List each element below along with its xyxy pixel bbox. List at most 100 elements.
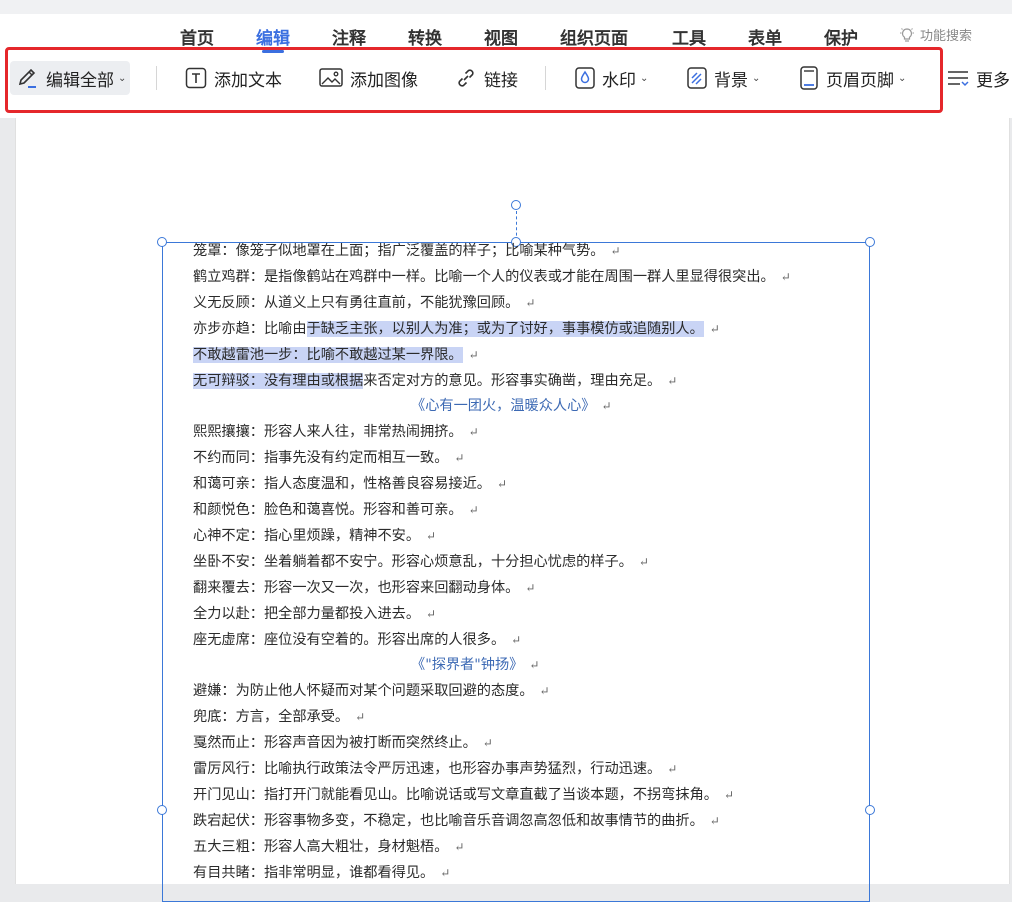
watermark-button[interactable]: 水印 ⌄: [574, 61, 648, 95]
tab-convert[interactable]: 转换: [408, 24, 442, 49]
paragraph-mark-icon: ↵: [426, 606, 437, 621]
line-text: 《心有一团火，温暖众人心》: [411, 398, 596, 415]
paragraph-mark-icon: ↵: [780, 269, 791, 284]
line-text: 义无反顾：从道义上只有勇往直前，不能犹豫回顾。: [193, 294, 520, 311]
line-text: 亦步亦趋：比喻由: [193, 320, 307, 337]
text-line[interactable]: 跌宕起伏：形容事物多变，不稳定，也比喻音乐音调忽高忽低和故事情节的曲折。 ↵: [193, 810, 720, 832]
background-icon: [686, 66, 708, 90]
paragraph-mark-icon: ↵: [355, 710, 366, 725]
add-image-label: 添加图像: [350, 70, 418, 91]
more-label: 更多: [976, 70, 1010, 91]
tab-edit[interactable]: 编辑: [256, 24, 290, 53]
chevron-down-icon: ⌄: [640, 72, 649, 84]
line-text: 心神不定：指心里烦躁，精神不安。: [193, 527, 421, 544]
rotate-handle[interactable]: [511, 200, 521, 210]
paragraph-mark-icon: ↵: [525, 580, 536, 595]
lightbulb-icon: [898, 26, 916, 44]
text-line[interactable]: 和蔼可亲：指人态度温和，性格善良容易接近。 ↵: [193, 473, 507, 495]
background-button[interactable]: 背景 ⌄: [686, 61, 760, 95]
tab-annotate[interactable]: 注释: [332, 24, 366, 49]
paragraph-mark-icon: ↵: [723, 787, 735, 802]
line-text: 不约而同：指事先没有约定而相互一致。: [193, 450, 449, 467]
link-icon: [454, 66, 478, 90]
paragraph-mark-icon: ↵: [539, 684, 550, 699]
tab-forms[interactable]: 表单: [748, 24, 782, 49]
paragraph-mark-icon: ↵: [468, 425, 479, 440]
resize-handle-top-right[interactable]: [865, 237, 875, 247]
tab-view[interactable]: 视图: [484, 24, 518, 49]
text-line[interactable]: 座无虚席：座位没有空着的。形容出席的人很多。 ↵: [193, 629, 521, 651]
tab-home[interactable]: 首页: [180, 24, 214, 49]
text-line[interactable]: 和颜悦色：脸色和蔼喜悦。形容和善可亲。 ↵: [193, 499, 479, 521]
text-line[interactable]: 无可辩驳：没有理由或根据来否定对方的意见。形容事实确凿，理由充足。 ↵: [193, 370, 677, 392]
text-box-icon: [184, 66, 208, 90]
toolbar-divider: [156, 66, 157, 90]
section-heading-line[interactable]: 《"探界者"钟扬》 ↵: [411, 654, 539, 676]
line-text: 和颜悦色：脸色和蔼喜悦。形容和善可亲。: [193, 502, 463, 518]
resize-handle-right[interactable]: [865, 805, 875, 815]
text-line[interactable]: 兜底：方言，全部承受。 ↵: [193, 706, 365, 728]
paragraph-mark-icon: ↵: [525, 295, 536, 310]
text-line[interactable]: 雷厉风行：比喻执行政策法令严厉迅速，也形容办事声势猛烈，行动迅速。 ↵: [193, 758, 677, 780]
line-text: 熙熙攘攘：形容人来人往，非常热闹拥挤。: [193, 424, 463, 441]
line-text: 开门见山：指打开门就能看见山。比喻说话或写文章直截了当谈本题，不拐弯抹角。: [193, 786, 718, 803]
title-strip: [0, 0, 1012, 14]
resize-handle-top-left[interactable]: [157, 237, 167, 247]
paragraph-mark-icon: ↵: [454, 451, 465, 466]
add-text-label: 添加文本: [214, 70, 282, 91]
text-line[interactable]: 坐卧不安：坐着躺着都不安宁。形容心烦意乱，十分担心忧虑的样子。 ↵: [193, 551, 649, 573]
line-text: 五大三粗：形容人高大粗壮，身材魁梧。: [193, 838, 449, 855]
paragraph-mark-icon: ↵: [440, 865, 451, 880]
feature-search[interactable]: 功能搜索: [898, 25, 972, 44]
chevron-down-icon: ⌄: [118, 72, 127, 84]
selected-text: 不敢越雷池一步：比喻不敢越过某一界限。: [193, 346, 463, 363]
more-lines-icon: [946, 67, 970, 89]
paragraph-mark-icon: ↵: [709, 321, 720, 336]
line-text: 雷厉风行：比喻执行政策法令严厉迅速，也形容办事声势猛烈，行动迅速。: [193, 761, 662, 777]
add-image-button[interactable]: 添加图像: [318, 61, 418, 95]
line-text: 全力以赴：把全部力量都投入进去。: [193, 605, 421, 622]
paragraph-mark-icon: ↵: [511, 632, 522, 647]
line-text: 和蔼可亲：指人态度温和，性格善良容易接近。: [193, 476, 491, 493]
paragraph-mark-icon: ↵: [638, 554, 649, 569]
text-line[interactable]: 避嫌：为防止他人怀疑而对某个问题采取回避的态度。 ↵: [193, 680, 550, 702]
resize-handle-left[interactable]: [157, 805, 167, 815]
edit-all-button[interactable]: 编辑全部 ⌄: [10, 61, 131, 95]
paragraph-mark-icon: ↵: [426, 528, 437, 543]
text-line[interactable]: 五大三粗：形容人高大粗壮，身材魁梧。 ↵: [193, 836, 464, 858]
text-line[interactable]: 亦步亦趋：比喻由于缺乏主张，以别人为准；或为了讨好，事事模仿或追随别人。 ↵: [193, 318, 720, 340]
text-line[interactable]: 心神不定：指心里烦躁，精神不安。 ↵: [193, 525, 436, 547]
text-line[interactable]: 笼罩：像笼子似地罩在上面；指广泛覆盖的样子；比喻某种气势。 ↵: [193, 240, 621, 262]
text-line[interactable]: 翻来覆去：形容一次又一次，也形容来回翻动身体。 ↵: [193, 577, 535, 599]
line-text: 有目共睹：指非常明显，谁都看得见。: [193, 864, 435, 881]
paragraph-mark-icon: ↵: [454, 839, 465, 854]
paragraph-mark-icon: ↵: [468, 503, 479, 517]
line-text: 笼罩：像笼子似地罩在上面；指广泛覆盖的样子；比喻某种气势。: [193, 243, 605, 259]
line-text: 鹤立鸡群：是指像鹤站在鸡群中一样。比喻一个人的仪表或才能在周围一群人里显得很突出…: [193, 268, 775, 285]
paragraph-mark-icon: ↵: [496, 477, 508, 492]
tab-protect[interactable]: 保护: [824, 24, 858, 49]
text-line[interactable]: 开门见山：指打开门就能看见山。比喻说话或写文章直截了当谈本题，不拐弯抹角。 ↵: [193, 784, 734, 806]
background-label: 背景: [714, 70, 748, 91]
header-footer-button[interactable]: 页眉页脚 ⌄: [798, 61, 906, 95]
more-button[interactable]: 更多: [946, 61, 1010, 95]
tab-organize-pages[interactable]: 组织页面: [560, 24, 628, 49]
text-line[interactable]: 全力以赴：把全部力量都投入进去。 ↵: [193, 603, 436, 625]
toolbar-divider: [545, 66, 546, 90]
link-button[interactable]: 链接: [454, 61, 518, 95]
tab-tools[interactable]: 工具: [672, 24, 706, 49]
paragraph-mark-icon: ↵: [709, 813, 720, 828]
text-line[interactable]: 不约而同：指事先没有约定而相互一致。 ↵: [193, 447, 464, 469]
edit-all-label: 编辑全部: [46, 70, 114, 91]
text-line[interactable]: 鹤立鸡群：是指像鹤站在鸡群中一样。比喻一个人的仪表或才能在周围一群人里显得很突出…: [193, 266, 791, 288]
paragraph-mark-icon: ↵: [482, 736, 493, 751]
text-line[interactable]: 熙熙攘攘：形容人来人往，非常热闹拥挤。 ↵: [193, 421, 479, 443]
line-text: 翻来覆去：形容一次又一次，也形容来回翻动身体。: [193, 579, 520, 596]
text-line[interactable]: 有目共睹：指非常明显，谁都看得见。 ↵: [193, 862, 450, 884]
section-heading-line[interactable]: 《心有一团火，温暖众人心》 ↵: [411, 395, 612, 417]
text-line[interactable]: 义无反顾：从道义上只有勇往直前，不能犹豫回顾。 ↵: [193, 292, 535, 314]
text-line[interactable]: 戛然而止：形容声音因为被打断而突然终止。 ↵: [193, 732, 493, 754]
add-text-button[interactable]: 添加文本: [184, 61, 282, 95]
text-line[interactable]: 不敢越雷池一步：比喻不敢越过某一界限。 ↵: [193, 344, 479, 366]
paragraph-mark-icon: ↵: [529, 658, 540, 673]
